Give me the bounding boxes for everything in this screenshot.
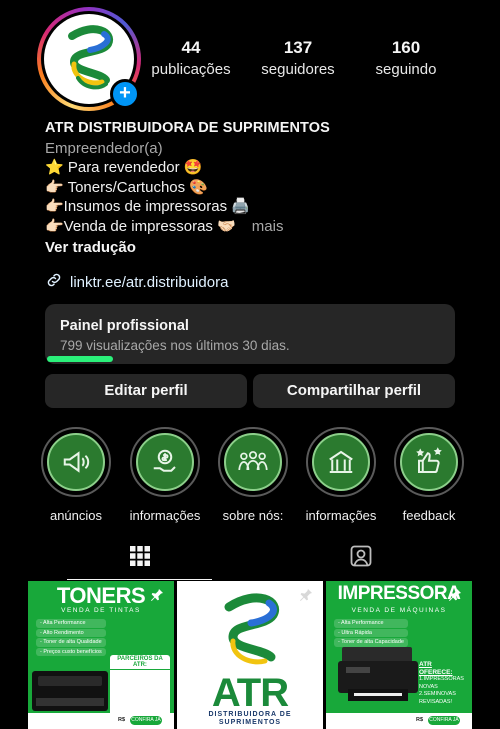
highlight-cover bbox=[136, 433, 194, 491]
post-cta: CONFIRA JÁ bbox=[130, 716, 162, 725]
highlight-label: informações bbox=[129, 508, 201, 523]
highlight-anuncios[interactable]: anúncios bbox=[32, 427, 120, 523]
highlight-cover bbox=[400, 433, 458, 491]
highlight-informacoes-1[interactable]: informações bbox=[121, 427, 209, 523]
post-bullet: - Ultra Rápida bbox=[334, 628, 408, 638]
pin-icon bbox=[449, 589, 461, 601]
post-cta: CONFIRA JÁ bbox=[428, 716, 460, 725]
professional-dashboard[interactable]: Painel profissional 799 visualizações no… bbox=[45, 304, 455, 364]
highlight-label: informações bbox=[305, 508, 377, 523]
posts-count-label: publicações bbox=[151, 61, 231, 78]
profile-name: ATR DISTRIBUIDORA DE SUPRIMENTOS bbox=[45, 120, 330, 136]
profile-link-text: linktr.ee/atr.distribuidora bbox=[70, 273, 229, 291]
followers-count-label: seguidores bbox=[261, 61, 335, 78]
highlight-label: sobre nós: bbox=[222, 508, 284, 523]
highlight-label: feedback bbox=[402, 508, 456, 523]
post-tile[interactable]: TONERS VENDA DE TINTAS - Alta Performanc… bbox=[28, 581, 174, 729]
following-count-label: seguindo bbox=[375, 61, 437, 78]
see-translation-link[interactable]: Ver tradução bbox=[45, 238, 465, 258]
link-icon bbox=[45, 271, 63, 293]
megaphone-icon bbox=[63, 451, 90, 473]
pin-icon bbox=[151, 589, 163, 601]
highlight-ring bbox=[394, 427, 464, 497]
highlight-ring bbox=[306, 427, 376, 497]
highlight-marker bbox=[47, 356, 113, 362]
post-bullet: - Alto Rendimento bbox=[36, 628, 106, 638]
add-story-button[interactable]: + bbox=[110, 79, 140, 109]
bio-line: ⭐ Para revendedor 🤩 bbox=[45, 159, 203, 177]
highlight-cover bbox=[47, 433, 105, 491]
panel-title: Painel profissional bbox=[60, 318, 189, 334]
bio-line: 👉🏻Insumos de impressoras 🖨️ bbox=[45, 198, 250, 216]
post-price: R$ bbox=[118, 717, 126, 723]
team-icon bbox=[238, 451, 268, 471]
followers-count[interactable]: 137 seguidores bbox=[255, 38, 341, 78]
post-bullet: - Alta Performance bbox=[334, 619, 408, 628]
post-footer: R$ CONFIRA JÁ bbox=[326, 713, 472, 729]
posts-count[interactable]: 44 publicações bbox=[148, 38, 234, 78]
post-tile[interactable]: ATR DISTRIBUIDORA DE SUPRIMENTOS bbox=[177, 581, 323, 729]
posts-count-value: 44 bbox=[181, 38, 201, 57]
offer-item: 2.SEMINOVAS REVISADAS! bbox=[419, 691, 456, 705]
post-bullets: - Alta Performance - Alto Rendimento - T… bbox=[36, 619, 106, 657]
post-subtitle: VENDA DE MÁQUINAS bbox=[351, 607, 447, 614]
post-price: R$ bbox=[416, 717, 424, 723]
highlight-label: anúncios bbox=[49, 508, 103, 523]
money-hand-icon bbox=[153, 449, 176, 472]
share-profile-button[interactable]: Compartilhar perfil bbox=[253, 374, 455, 408]
following-count[interactable]: 160 seguindo bbox=[363, 38, 449, 78]
post-bullet: - Preços custo benefícios bbox=[36, 647, 106, 657]
bio-line-last: 👉🏻Venda de impressoras 🤝🏻 mais bbox=[45, 217, 465, 237]
atr-wordmark: ATR bbox=[211, 671, 289, 715]
profile-link[interactable]: linktr.ee/atr.distribuidora bbox=[45, 271, 228, 293]
highlight-sobre-nos[interactable]: sobre nós: bbox=[209, 427, 297, 523]
highlight-informacoes-2[interactable]: informações bbox=[297, 427, 385, 523]
post-footer: R$ CONFIRA JÁ bbox=[28, 713, 174, 729]
post-bullet: - Alta Performance bbox=[36, 619, 106, 628]
printer-image bbox=[338, 647, 418, 701]
highlight-ring bbox=[41, 427, 111, 497]
panel-subtitle: 799 visualizações nos últimos 30 dias. bbox=[60, 338, 290, 353]
thumbs-up-stars-icon bbox=[416, 447, 442, 473]
building-icon bbox=[329, 450, 353, 473]
highlight-feedback[interactable]: feedback bbox=[385, 427, 473, 523]
followers-count-value: 137 bbox=[283, 38, 313, 57]
highlight-cover bbox=[312, 433, 370, 491]
atr-logo bbox=[224, 593, 279, 665]
atr-tagline: DISTRIBUIDORA DE SUPRIMENTOS bbox=[177, 711, 323, 727]
grid-icon bbox=[129, 546, 150, 566]
offers-box: ATR OFERECE: 1.IMPRESSORAS NOVAS 2.SEMIN… bbox=[419, 661, 467, 706]
profile-category[interactable]: Empreendedor(a) bbox=[45, 139, 465, 159]
offers-heading: ATR OFERECE: bbox=[419, 661, 453, 676]
partners-heading: PARCEIROS DA ATR: bbox=[110, 655, 170, 670]
atr-tagline-2: SUPRIMENTOS bbox=[218, 719, 282, 726]
post-bullet: - Toner de alta Qualidade bbox=[36, 638, 106, 647]
offer-item: 1.IMPRESSORAS NOVAS bbox=[419, 676, 464, 690]
profile-bio: ATR DISTRIBUIDORA DE SUPRIMENTOS Empreen… bbox=[45, 119, 465, 257]
following-count-value: 160 bbox=[391, 38, 421, 57]
tab-tagged[interactable] bbox=[288, 544, 433, 580]
tagged-person-icon bbox=[350, 545, 371, 567]
more-link[interactable]: mais bbox=[252, 218, 284, 235]
highlight-ring bbox=[130, 427, 200, 497]
post-subtitle: VENDA DE TINTAS bbox=[61, 607, 141, 614]
atr-tagline-1: DISTRIBUIDORA DE bbox=[208, 711, 292, 718]
toner-image bbox=[32, 671, 108, 711]
highlight-ring bbox=[218, 427, 288, 497]
partners-box: PARCEIROS DA ATR: bbox=[110, 655, 170, 717]
bio-line: 👉🏻 Toners/Cartuchos 🎨 bbox=[45, 178, 208, 196]
tab-posts-grid[interactable] bbox=[67, 544, 212, 580]
edit-profile-button[interactable]: Editar perfil bbox=[45, 374, 247, 408]
bio-line-text: 👉🏻Venda de impressoras 🤝🏻 bbox=[45, 217, 236, 235]
post-tile[interactable]: IMPRESSORA VENDA DE MÁQUINAS - Alta Perf… bbox=[326, 581, 472, 729]
highlight-cover bbox=[224, 433, 282, 491]
plus-icon: + bbox=[119, 82, 131, 104]
